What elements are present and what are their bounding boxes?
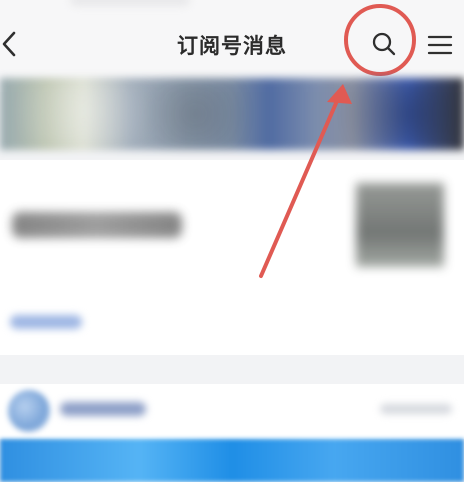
menu-button[interactable] xyxy=(418,26,462,68)
blurred-time xyxy=(380,404,452,414)
blurred-headline xyxy=(12,212,182,238)
subscription-messages-screen: 订阅号消息 xyxy=(0,0,464,482)
section-gap xyxy=(0,355,464,385)
blurred-thumbnail xyxy=(356,183,444,267)
banner-blur-overlay xyxy=(0,82,464,146)
blurred-avatar xyxy=(8,390,50,432)
status-bar-blur xyxy=(70,0,190,6)
search-highlight-circle xyxy=(344,4,416,76)
menu-icon xyxy=(426,31,454,63)
blurred-account-name xyxy=(60,402,146,416)
blurred-meta-link xyxy=(10,315,82,329)
blurred-bottom-image xyxy=(0,439,464,482)
